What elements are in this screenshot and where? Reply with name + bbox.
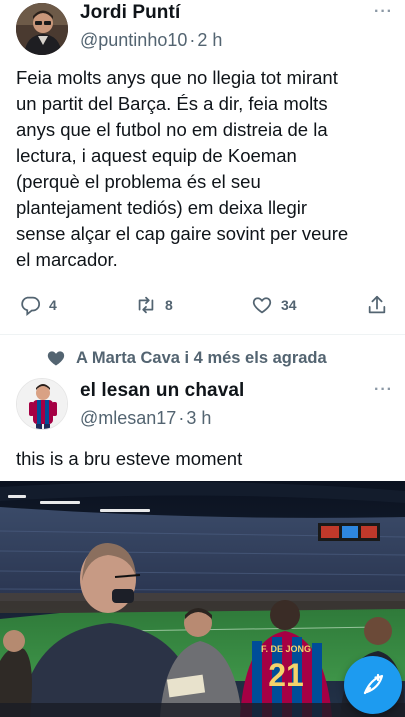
reply-icon [21,296,41,316]
tweet-text-line: Feia molts anys que no llegia tot mirant [16,67,338,88]
separator-dot: · [178,408,185,428]
like-icon [252,297,272,314]
tweet-text-line: el marcador. [16,249,118,270]
like-count: 34 [281,297,297,313]
tweet-text-line: plantejament tediós) em deixa llegir [16,197,308,218]
avatar-photo [17,379,67,429]
compose-tweet-button[interactable] [344,656,402,714]
timestamp[interactable]: 3 h [186,408,211,428]
author-handle-row: @mlesan17 · 3 h [80,408,211,429]
social-context[interactable]: A Marta Cava i 4 més els agrada [46,348,327,368]
tweet-text: this is a bru esteve moment [16,448,243,469]
author-handle[interactable]: @mlesan17 [80,408,176,428]
author-name[interactable]: Jordi Puntí [80,2,180,24]
shirt-number: 21 [268,657,304,693]
avatar-photo [16,3,68,55]
avatar[interactable] [16,3,68,55]
share-button[interactable] [366,290,388,320]
retweet-button[interactable]: 8 [135,290,173,320]
reply-count: 4 [49,297,57,313]
like-button[interactable]: 34 [251,290,297,320]
tweet-text-line: anys que el futbol no em distreia de la [16,119,328,140]
tweet-text-line: (perquè el problema és el seu [16,171,261,192]
heart-filled-icon [47,351,65,366]
timestamp[interactable]: 2 h [197,30,222,50]
retweet-icon [138,296,154,314]
divider [0,334,405,335]
tweet-text-line: un partit del Barça. És a dir, feia molt… [16,93,328,114]
reply-button[interactable]: 4 [19,290,57,320]
more-icon[interactable]: ··· [374,3,393,21]
tweet-text-line: lectura, i aquest equip de Koeman [16,145,297,166]
share-icon [368,295,386,314]
author-handle-row: @puntinho10 · 2 h [80,30,222,51]
social-context-text: A Marta Cava i 4 més els agrada [76,348,327,367]
author-name[interactable]: el lesan un chaval [80,380,244,402]
tweet-1[interactable]: Jordi Puntí @puntinho10 · 2 h ··· Feia mol… [0,0,405,334]
compose-tweet-icon [363,673,384,695]
tweet-text: Feia molts anys que no llegia tot mirant… [16,65,401,273]
shirt-name: F. DE JONG [261,644,311,654]
separator-dot: · [189,30,196,50]
avatar[interactable] [16,378,68,430]
author-handle[interactable]: @puntinho10 [80,30,187,50]
retweet-count: 8 [165,297,173,313]
tweet-text-line: sense alçar el cap gaire sovint per veur… [16,223,349,244]
more-icon[interactable]: ··· [374,381,393,399]
tweet-actions: 4 8 34 [0,290,405,320]
